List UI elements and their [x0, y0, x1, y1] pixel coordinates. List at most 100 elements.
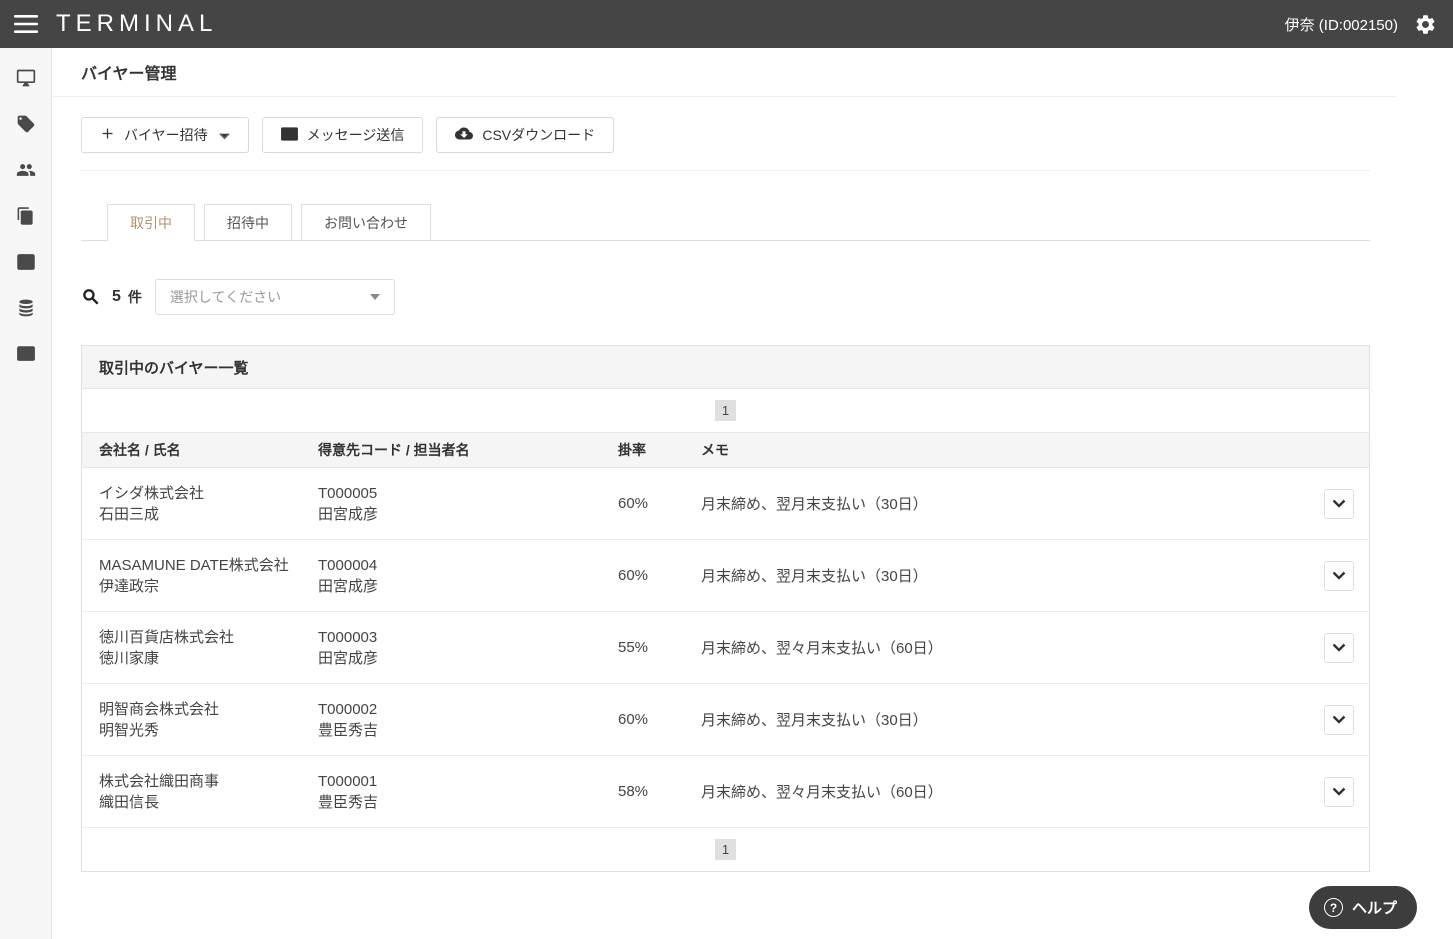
sidebar-item-documents[interactable] [0, 195, 51, 241]
memo-text: 月末締め、翌月末支払い（30日） [701, 568, 928, 585]
tab-inquiry[interactable]: お問い合わせ [301, 204, 431, 241]
manager-name: 田宮成彦 [318, 649, 379, 667]
customer-code: T000002 [318, 700, 378, 718]
row-expand-button[interactable] [1324, 632, 1354, 663]
customer-code: T000004 [318, 556, 378, 574]
result-count: 5 [112, 288, 121, 305]
row-expand-button[interactable] [1324, 488, 1354, 519]
chevron-down-icon [1332, 568, 1346, 583]
filter-select-placeholder: 選択してください [169, 289, 282, 305]
database-icon [16, 298, 36, 323]
buyer-invite-label: バイヤー招待 [124, 127, 208, 143]
panel-title: 取引中のバイヤー一覧 [82, 346, 1369, 389]
filter-select[interactable]: 選択してください [154, 279, 395, 315]
search-icon [81, 287, 101, 307]
company-name: 徳川百貨店株式会社 [99, 628, 235, 646]
sidebar-item-products[interactable] [0, 103, 51, 149]
company-name: イシダ株式会社 [99, 484, 205, 502]
manager-name: 田宮成彦 [318, 577, 379, 595]
header-right: 伊奈 (ID:002150) [1285, 13, 1453, 36]
chart-line-icon [16, 252, 36, 277]
sidebar-item-data[interactable] [0, 287, 51, 333]
row-expand-button[interactable] [1324, 776, 1354, 807]
table-row: 株式会社織田商事 織田信長 T000001 豊臣秀吉 58% 月末締め、翌々月末… [82, 756, 1369, 828]
person-name: 織田信長 [99, 793, 160, 811]
manager-name: 豊臣秀吉 [318, 721, 379, 739]
send-message-label: メッセージ送信 [306, 127, 405, 143]
customer-code: T000005 [318, 484, 378, 502]
search-row: 5 件 選択してください [81, 279, 1370, 315]
company-name: 明智商会株式会社 [99, 700, 220, 718]
desktop-icon [16, 68, 36, 93]
hamburger-menu-icon[interactable] [0, 0, 52, 48]
toolbar: バイヤー招待 メッセージ送信 CSVダウンロード [81, 117, 1370, 171]
question-mark-icon: ? [1323, 898, 1343, 917]
column-memo: メモ [701, 442, 729, 458]
memo-text: 月末締め、翌々月末支払い（60日） [701, 784, 943, 801]
page-number-button[interactable]: 1 [715, 400, 736, 421]
tag-icon [16, 114, 36, 139]
person-name: 伊達政宗 [99, 577, 160, 595]
gear-icon[interactable] [1414, 13, 1437, 36]
sidebar [0, 48, 52, 939]
manager-name: 田宮成彦 [318, 505, 379, 523]
envelope-icon [280, 126, 298, 144]
buyer-invite-button[interactable]: バイヤー招待 [81, 117, 249, 153]
sidebar-item-news[interactable] [0, 333, 51, 379]
table-header-row: 会社名 / 氏名 得意先コード / 担当者名 掛率 メモ [82, 432, 1369, 468]
person-name: 石田三成 [99, 505, 160, 523]
memo-text: 月末締め、翌月末支払い（30日） [701, 712, 928, 729]
table-row: 徳川百貨店株式会社 徳川家康 T000003 田宮成彦 55% 月末締め、翌々月… [82, 612, 1369, 684]
chevron-down-icon [218, 127, 230, 143]
table-row: 明智商会株式会社 明智光秀 T000002 豊臣秀吉 60% 月末締め、翌月末支… [82, 684, 1369, 756]
row-expand-button[interactable] [1324, 704, 1354, 735]
csv-download-label: CSVダウンロード [482, 127, 596, 143]
pagination-bottom: 1 [82, 828, 1369, 871]
result-count-unit: 件 [127, 289, 142, 305]
help-label: ヘルプ [1351, 900, 1397, 917]
csv-download-button[interactable]: CSVダウンロード [436, 117, 615, 153]
chevron-down-icon [1332, 712, 1346, 727]
rate-value: 60% [618, 495, 649, 512]
table-row: MASAMUNE DATE株式会社 伊達政宗 T000004 田宮成彦 60% … [82, 540, 1369, 612]
tab-trading[interactable]: 取引中 [107, 204, 195, 241]
rate-value: 55% [618, 639, 649, 656]
column-rate: 掛率 [618, 442, 646, 458]
customer-code: T000003 [318, 628, 378, 646]
caret-down-icon [369, 294, 380, 300]
page-header: バイヤー管理 [52, 48, 1397, 97]
rate-value: 60% [618, 711, 649, 728]
sidebar-item-buyers[interactable] [0, 149, 51, 195]
company-name: MASAMUNE DATE株式会社 [99, 556, 289, 574]
help-button[interactable]: ? ヘルプ [1308, 886, 1417, 929]
sidebar-item-dashboard[interactable] [0, 57, 51, 103]
company-name: 株式会社織田商事 [99, 772, 220, 790]
rate-value: 60% [618, 567, 649, 584]
chevron-down-icon [1332, 640, 1346, 655]
send-message-button[interactable]: メッセージ送信 [261, 117, 424, 153]
buyer-list-panel: 取引中のバイヤー一覧 1 会社名 / 氏名 得意先コード / 担当者名 掛率 メ… [81, 345, 1370, 872]
person-name: 徳川家康 [99, 649, 160, 667]
table-row: イシダ株式会社 石田三成 T000005 田宮成彦 60% 月末締め、翌月末支払… [82, 468, 1369, 540]
row-expand-button[interactable] [1324, 560, 1354, 591]
memo-text: 月末締め、翌月末支払い（30日） [701, 496, 928, 513]
copy-icon [16, 206, 35, 231]
cloud-download-icon [455, 126, 474, 144]
manager-name: 豊臣秀吉 [318, 793, 379, 811]
user-name: 伊奈 (ID:002150) [1284, 16, 1398, 34]
users-icon [15, 160, 37, 185]
column-company: 会社名 / 氏名 [99, 442, 181, 458]
sidebar-item-analytics[interactable] [0, 241, 51, 287]
chevron-down-icon [1332, 496, 1346, 511]
pagination-top: 1 [82, 389, 1369, 432]
app-logo[interactable]: TERMINAL [56, 10, 217, 38]
table-body: イシダ株式会社 石田三成 T000005 田宮成彦 60% 月末締め、翌月末支払… [82, 468, 1369, 828]
chevron-down-icon [1332, 784, 1346, 799]
tab-invited[interactable]: 招待中 [204, 204, 292, 241]
customer-code: T000001 [318, 772, 378, 790]
page-title: バイヤー管理 [81, 66, 177, 83]
main-content: バイヤー管理 バイヤー招待 メッセージ送信 CSVダウンロード 取引中 招待中 … [52, 48, 1397, 872]
page-number-button[interactable]: 1 [715, 839, 736, 860]
person-name: 明智光秀 [99, 721, 160, 739]
app-header: TERMINAL 伊奈 (ID:002150) [0, 0, 1453, 48]
